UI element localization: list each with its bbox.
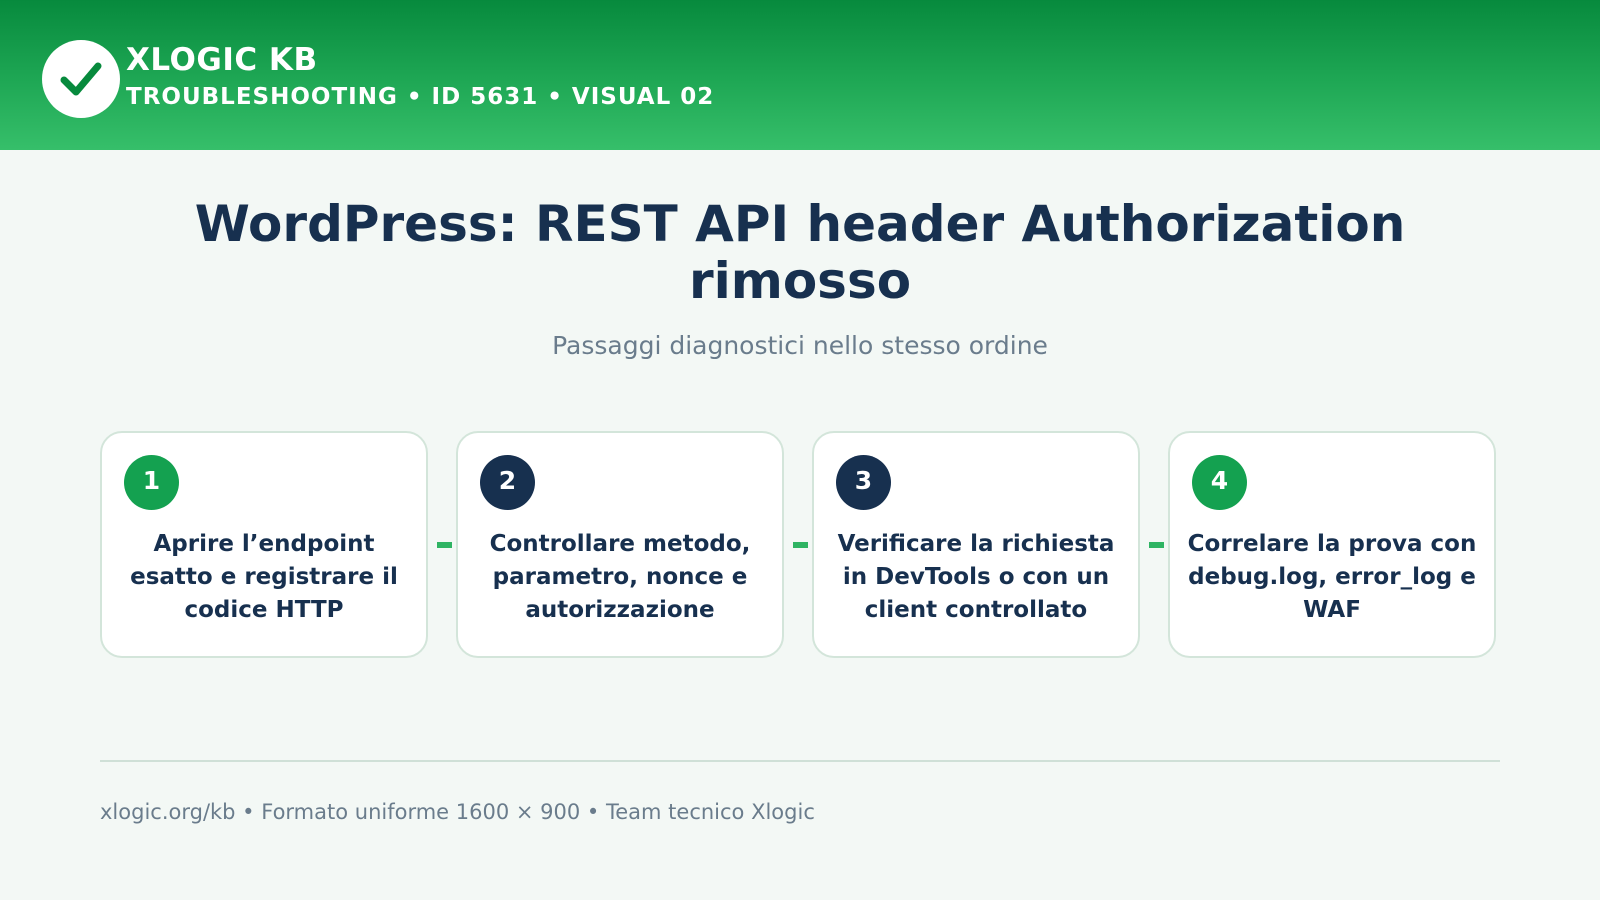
checkmark-icon (60, 62, 102, 96)
header-banner: XLOGIC KB TROUBLESHOOTING • ID 5631 • VI… (0, 0, 1600, 150)
step-connector (437, 542, 452, 548)
page-subtitle: Passaggi diagnostici nello stesso ordine (552, 331, 1048, 360)
footer-divider (100, 760, 1500, 762)
step-text: Aprire l’endpoint esatto e registrare il… (130, 531, 398, 623)
step-number-badge: 4 (1192, 455, 1247, 510)
step-card-4: 4 Correlare la prova con debug.log, erro… (1168, 431, 1496, 658)
step-text: Correlare la prova con debug.log, error_… (1187, 531, 1477, 623)
step-connector (793, 542, 808, 548)
step-card-2: 2 Controllare metodo, parametro, nonce e… (456, 431, 784, 658)
step-card-3: 3 Verificare la richiesta in DevTools o … (812, 431, 1140, 658)
step-connector (1149, 542, 1164, 548)
footer-text: xlogic.org/kb • Formato uniforme 1600 × … (100, 800, 815, 824)
step-number-badge: 1 (124, 455, 179, 510)
page-title: WordPress: REST API header Authorization… (194, 195, 1406, 310)
step-card-1: 1 Aprire l’endpoint esatto e registrare … (100, 431, 428, 658)
logo (42, 40, 120, 118)
step-number-badge: 3 (836, 455, 891, 510)
step-number-badge: 2 (480, 455, 535, 510)
article-meta: TROUBLESHOOTING • ID 5631 • VISUAL 02 (126, 84, 715, 110)
step-text: Verificare la richiesta in DevTools o co… (837, 531, 1115, 623)
step-text: Controllare metodo, parametro, nonce e a… (489, 531, 751, 623)
brand-title: XLOGIC KB (126, 42, 318, 78)
